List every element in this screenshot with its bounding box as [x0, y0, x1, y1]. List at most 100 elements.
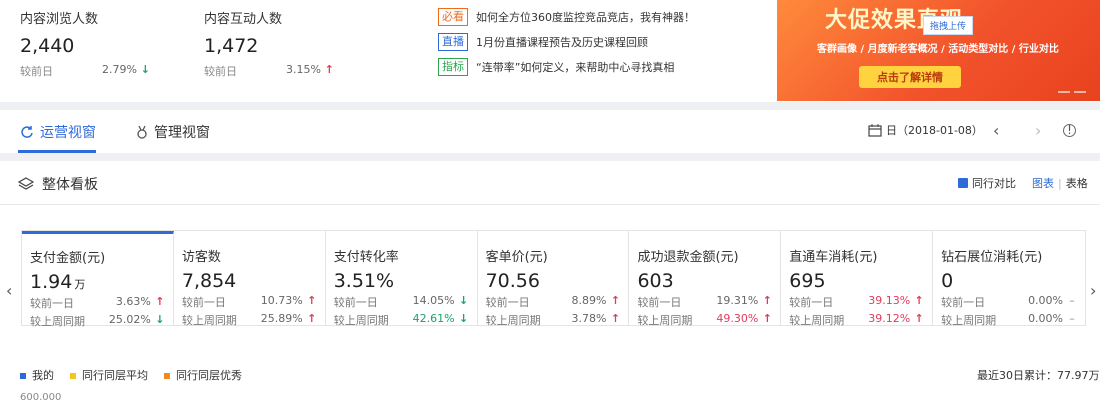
- card-number: 3.51%: [333, 270, 395, 292]
- news-tag: 指标: [438, 57, 468, 76]
- card-number: 695: [789, 270, 826, 292]
- news-text[interactable]: 1月份直播课程预告及历史课程回顾: [476, 34, 648, 50]
- prev-date-icon[interactable]: ‹: [993, 121, 999, 140]
- card-number: 1.94: [30, 271, 73, 293]
- card-value: 1.94 万: [30, 271, 165, 293]
- calendar-icon: [868, 123, 882, 137]
- tab-label: 运营视窗: [40, 125, 96, 141]
- compare-value: 39.12%: [868, 312, 911, 325]
- view-separator: |: [1058, 176, 1062, 190]
- arrow-up-icon: ↑: [610, 312, 621, 325]
- card-title: 支付金额(元): [30, 251, 106, 266]
- legend-label: 同行同层优秀: [176, 369, 242, 382]
- metric-card[interactable]: 客单价(元) 70.56 较前一日 8.89% ↑ 较上周同期 3.78% ↑: [478, 231, 630, 327]
- legend-swatch: [164, 373, 170, 379]
- arrow-up-icon: ↑: [914, 294, 924, 307]
- metric-card[interactable]: 支付转化率 3.51% 较前一日 14.05% ↓ 较上周同期 42.61% ↓: [326, 231, 478, 327]
- compare-value: 0.00%: [1028, 312, 1064, 325]
- date-label: 日（2018-01-08）: [886, 124, 983, 137]
- news-tag: 必看: [438, 7, 468, 26]
- compare-value: 0.00%: [1028, 294, 1064, 307]
- legend-swatch: [70, 373, 76, 379]
- content-interaction-stat[interactable]: 内容互动人数 1,472 较前日 3.15% ↑: [204, 8, 334, 79]
- compare-value: 14.05%: [412, 294, 455, 307]
- stat-compare: 较前日 2.79% ↓: [20, 63, 150, 79]
- card-title: 客单价(元): [485, 250, 548, 265]
- compare-value: 19.31%: [716, 294, 759, 307]
- card-title: 钻石展位消耗(元): [941, 250, 1043, 265]
- metric-card[interactable]: 支付金额(元) 1.94 万 较前一日 3.63% ↑ 较上周同期 25.02% …: [22, 231, 174, 328]
- stat-value: 1,472: [204, 35, 259, 57]
- view-options: 同行对比 图表 | 表格: [958, 175, 1088, 191]
- news-text[interactable]: “连带率”如何定义，来帮助中心寻找真相: [476, 59, 674, 75]
- metric-card[interactable]: 直通车消耗(元) 695 较前一日 39.13% ↑ 较上周同期 39.12% …: [781, 231, 934, 327]
- next-date-icon[interactable]: ›: [1035, 121, 1041, 140]
- arrow-up-icon: ↑: [320, 63, 334, 76]
- layers-icon: [18, 177, 34, 190]
- banner-cta-button[interactable]: 点击了解详情: [859, 66, 961, 88]
- carousel-dots[interactable]: [1058, 91, 1086, 93]
- legend-swatch: [20, 373, 26, 379]
- view-tabs: 运营视窗 管理视窗 日（2018-01-08） ‹ › !: [0, 110, 1100, 153]
- card-number: 603: [637, 270, 674, 292]
- compare-label: 较前一日: [637, 296, 682, 309]
- tab-operations[interactable]: 运营视窗: [20, 122, 96, 142]
- banner-subtitle: 客群画像 / 月度新老客概况 / 活动类型对比 / 行业对比: [817, 44, 1059, 55]
- compare-value: 25.02%: [108, 313, 151, 326]
- content-views-stat[interactable]: 内容浏览人数 2,440 较前日 2.79% ↓: [20, 8, 150, 79]
- stat-label: 内容互动人数: [204, 12, 283, 27]
- compare-row: 较前一日 8.89% ↑: [486, 294, 621, 310]
- compare-value: 42.61%: [412, 312, 455, 325]
- news-text[interactable]: 如何全方位360度监控竞品竞店，我有神器！: [476, 9, 695, 25]
- legend-item[interactable]: 同行同层平均: [70, 367, 148, 383]
- legend-item[interactable]: 同行同层优秀: [164, 367, 242, 383]
- active-tab-indicator: [18, 150, 96, 153]
- legend-item[interactable]: 我的: [20, 367, 54, 383]
- legend-label: 我的: [32, 369, 54, 382]
- card-unit: 万: [74, 278, 86, 291]
- card-title: 访客数: [181, 250, 221, 265]
- compare-value: 3.63%: [115, 295, 151, 308]
- compare-value: 8.89%: [571, 294, 607, 307]
- card-value: 695: [789, 270, 924, 292]
- tab-management[interactable]: 管理视窗: [136, 122, 210, 142]
- card-value: 0: [941, 270, 1077, 292]
- metric-card[interactable]: 访客数 7,854 较前一日 10.73% ↑ 较上周同期 25.89% ↑: [174, 231, 326, 328]
- compare-label: 较前一日: [941, 296, 986, 309]
- medal-icon: [137, 125, 147, 139]
- metric-card[interactable]: 成功退款金额(元) 603 较前一日 19.31% ↑ 较上周同期 49.30%…: [629, 231, 782, 328]
- peer-compare-checkbox[interactable]: [958, 178, 968, 188]
- card-value: 3.51%: [334, 270, 469, 292]
- promo-banner[interactable]: 大促效果直观 拖拽上传 客群画像 / 月度新老客概况 / 活动类型对比 / 行业…: [777, 0, 1100, 101]
- total-30-days: 最近30日累计：77.97万: [977, 369, 1100, 382]
- date-picker[interactable]: 日（2018-01-08）: [868, 122, 983, 138]
- news-item[interactable]: 直播 1月份直播课程预告及历史课程回顾: [438, 31, 695, 52]
- compare-row: 较前一日 19.31% ↑: [637, 294, 772, 310]
- news-item[interactable]: 指标 “连带率”如何定义，来帮助中心寻找真相: [438, 56, 695, 77]
- compare-row: 较前一日 10.73% ↑: [182, 294, 317, 310]
- peer-compare-label[interactable]: 同行对比: [972, 175, 1016, 191]
- card-number: 7,854: [181, 270, 237, 292]
- cards-prev-icon[interactable]: ‹: [6, 281, 12, 300]
- upload-badge[interactable]: 拖拽上传: [923, 16, 974, 35]
- metric-card[interactable]: 钻石展位消耗(元) 0 较前一日 0.00% – 较上周同期 0.00% –: [933, 231, 1085, 327]
- dashboard-panel: 整体看板 同行对比 图表 | 表格 ‹ › 支付金额(元) 1.94 万 较前一日…: [0, 161, 1100, 400]
- card-number: 70.56: [485, 270, 540, 292]
- info-icon[interactable]: !: [1063, 124, 1076, 137]
- cards-next-icon[interactable]: ›: [1090, 281, 1096, 300]
- card-title: 成功退款金额(元): [637, 250, 739, 265]
- y-axis-tick: 600,000: [20, 392, 62, 400]
- compare-value: 10.73%: [260, 294, 303, 307]
- view-chart-link[interactable]: 图表: [1032, 175, 1054, 191]
- card-number: 0: [941, 270, 954, 292]
- stat-label: 内容浏览人数: [20, 12, 99, 27]
- compare-row: 较上周同期 49.30% ↑: [637, 312, 772, 328]
- legend-label: 同行同层平均: [82, 369, 148, 382]
- compare-row: 较前一日 0.00% –: [941, 294, 1077, 310]
- compare-label: 较前一日: [333, 296, 378, 309]
- news-item[interactable]: 必看 如何全方位360度监控竞品竞店，我有神器！: [438, 6, 695, 27]
- news-tag: 直播: [438, 32, 468, 51]
- arrow-down-icon: ↓: [458, 312, 469, 325]
- view-table-link[interactable]: 表格: [1066, 175, 1088, 191]
- compare-row: 较上周同期 25.89% ↑: [182, 312, 317, 328]
